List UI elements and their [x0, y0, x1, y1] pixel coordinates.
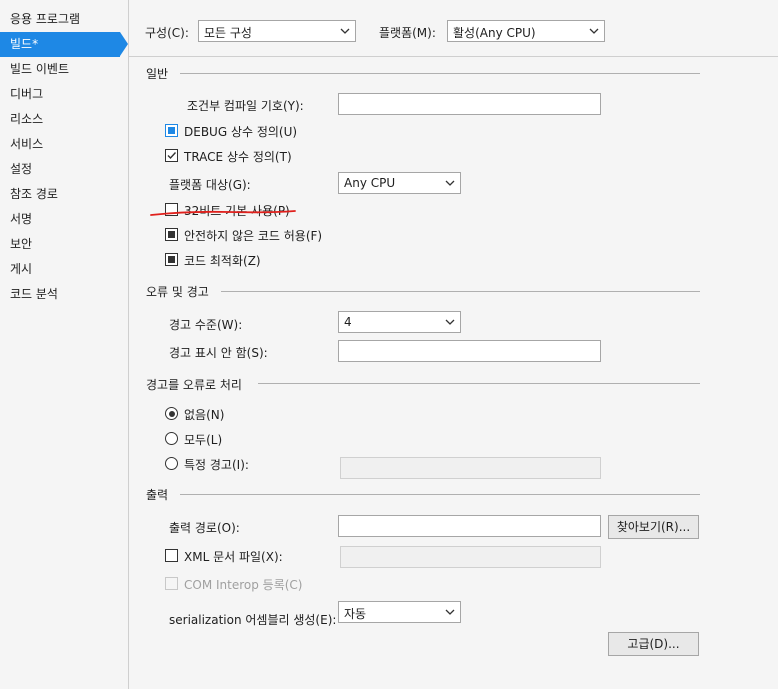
chevron-down-icon — [589, 28, 599, 34]
sidebar-item-signing[interactable]: 서명 — [0, 207, 120, 232]
configuration-bar: 구성(C): 모든 구성 플랫폼(M): 활성(Any CPU) — [129, 0, 778, 57]
platform-target-label: 플랫폼 대상(G): — [169, 178, 251, 192]
com-interop-label: COM Interop 등록(C) — [184, 578, 303, 592]
chevron-down-icon — [445, 609, 455, 615]
conditional-symbols-input[interactable] — [338, 93, 601, 115]
build-properties-panel: 구성(C): 모든 구성 플랫폼(M): 활성(Any CPU) 일반 조건부 … — [129, 0, 778, 689]
chevron-down-icon — [340, 28, 350, 34]
platform-dropdown[interactable]: 활성(Any CPU) — [447, 20, 605, 42]
configuration-label: 구성(C): — [145, 26, 189, 40]
treat-warnings-none-label: 없음(N) — [184, 408, 225, 422]
sidebar-item-security[interactable]: 보안 — [0, 232, 120, 257]
optimize-code-checkbox[interactable] — [165, 253, 178, 266]
advanced-button[interactable]: 고급(D)... — [608, 632, 699, 656]
treat-warnings-none-radio[interactable] — [165, 407, 178, 420]
sidebar-item-label: 빌드* — [10, 37, 39, 51]
browse-button[interactable]: 찾아보기(R)... — [608, 515, 699, 539]
output-path-label: 출력 경로(O): — [169, 521, 240, 535]
treat-warnings-all-radio[interactable] — [165, 432, 178, 445]
configuration-dropdown[interactable]: 모든 구성 — [198, 20, 356, 42]
serialization-label: serialization 어셈블리 생성(E): — [169, 613, 337, 627]
section-output-title: 출력 — [146, 488, 169, 502]
chevron-down-icon — [445, 180, 455, 186]
serialization-dropdown[interactable]: 자동 — [338, 601, 461, 623]
suppress-warnings-label: 경고 표시 안 함(S): — [169, 346, 268, 360]
section-divider — [221, 291, 700, 292]
treat-warnings-specific-radio[interactable] — [165, 457, 178, 470]
trace-constant-label: TRACE 상수 정의(T) — [184, 150, 292, 164]
active-indicator-arrow — [120, 32, 128, 56]
serialization-value: 자동 — [344, 607, 367, 621]
debug-constant-label: DEBUG 상수 정의(U) — [184, 125, 298, 139]
conditional-symbols-label: 조건부 컴파일 기호(Y): — [187, 99, 304, 113]
section-divider — [180, 73, 700, 74]
sidebar-item-debug[interactable]: 디버그 — [0, 82, 120, 107]
sidebar: 응용 프로그램 빌드* 빌드 이벤트 디버그 리소스 서비스 설정 참조 경로 … — [0, 0, 129, 689]
chevron-down-icon — [445, 319, 455, 325]
xml-doc-path-input — [340, 546, 601, 568]
sidebar-item-services[interactable]: 서비스 — [0, 132, 120, 157]
platform-target-dropdown[interactable]: Any CPU — [338, 172, 461, 194]
optimize-code-label: 코드 최적화(Z) — [184, 254, 261, 268]
platform-label: 플랫폼(M): — [379, 26, 436, 40]
section-divider — [258, 383, 700, 384]
allow-unsafe-label: 안전하지 않은 코드 허용(F) — [184, 229, 323, 243]
sidebar-item-settings[interactable]: 설정 — [0, 157, 120, 182]
warning-level-label: 경고 수준(W): — [169, 318, 243, 332]
trace-constant-checkbox[interactable] — [165, 149, 178, 162]
red-underline-annotation — [150, 210, 296, 216]
sidebar-item-reference-paths[interactable]: 참조 경로 — [0, 182, 120, 207]
sidebar-item-publish[interactable]: 게시 — [0, 257, 120, 282]
configuration-value: 모든 구성 — [204, 26, 252, 40]
xml-doc-label: XML 문서 파일(X): — [184, 550, 283, 564]
output-path-input[interactable] — [338, 515, 601, 537]
com-interop-checkbox — [165, 577, 178, 590]
debug-constant-checkbox[interactable] — [165, 124, 178, 137]
sidebar-item-build[interactable]: 빌드* — [0, 32, 128, 57]
xml-doc-checkbox[interactable] — [165, 549, 178, 562]
sidebar-item-application[interactable]: 응용 프로그램 — [0, 7, 120, 32]
allow-unsafe-checkbox[interactable] — [165, 228, 178, 241]
platform-value: 활성(Any CPU) — [453, 26, 536, 40]
checkmark-icon — [167, 152, 177, 160]
section-errors-title: 오류 및 경고 — [146, 285, 209, 299]
platform-target-value: Any CPU — [344, 176, 396, 190]
section-general-title: 일반 — [146, 67, 169, 81]
sidebar-item-build-events[interactable]: 빌드 이벤트 — [0, 57, 120, 82]
section-treat-warnings-title: 경고를 오류로 처리 — [146, 378, 242, 392]
warning-level-value: 4 — [344, 315, 352, 329]
suppress-warnings-input[interactable] — [338, 340, 601, 362]
treat-warnings-all-label: 모두(L) — [184, 433, 223, 447]
specific-warnings-input — [340, 457, 601, 479]
warning-level-dropdown[interactable]: 4 — [338, 311, 461, 333]
sidebar-item-resources[interactable]: 리소스 — [0, 107, 120, 132]
sidebar-item-code-analysis[interactable]: 코드 분석 — [0, 282, 120, 307]
treat-warnings-specific-label: 특정 경고(I): — [184, 458, 249, 472]
section-divider — [180, 494, 700, 495]
